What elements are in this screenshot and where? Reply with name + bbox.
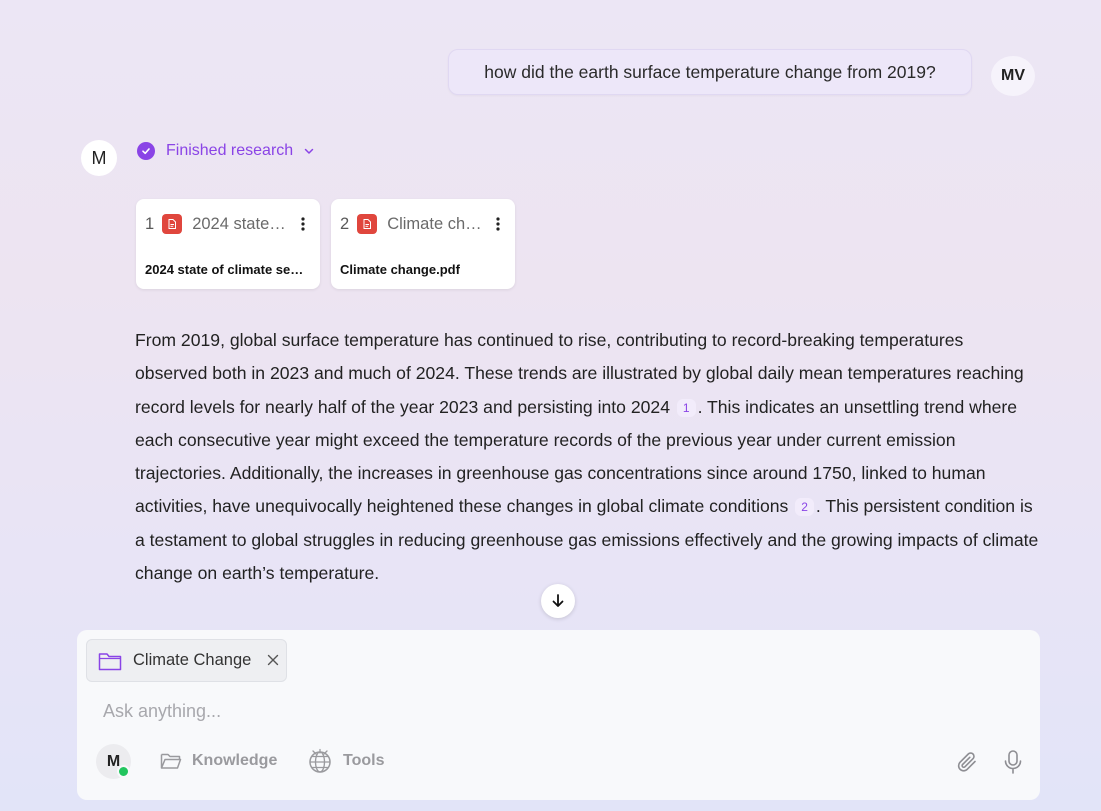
pdf-icon [162,214,183,234]
tools-button[interactable]: Tools [307,748,385,774]
user-message-bubble: how did the earth surface temperature ch… [448,49,972,95]
microphone-icon[interactable] [1001,749,1025,775]
scroll-to-bottom-button[interactable] [541,584,575,618]
folder-icon [98,651,122,671]
close-icon[interactable] [265,652,281,668]
attached-folder-label: Climate Change [133,651,252,669]
arrow-down-icon [550,593,566,609]
research-status-label: Finished research [166,142,294,159]
chevron-down-icon [303,145,315,157]
source-file-name: Climate change.pdf [340,262,460,277]
source-title: 2024 state of climate [192,214,290,233]
online-status-dot [117,765,130,778]
attached-folder-chip[interactable]: Climate Change [86,639,287,682]
source-card[interactable]: 2 Climate change Climate change.pdf [331,199,515,289]
source-index: 2 [340,214,350,233]
composer: Climate Change M Knowledge Tools [77,630,1040,800]
citation-badge[interactable]: 1 [676,398,696,417]
source-index: 1 [145,214,155,233]
knowledge-button[interactable]: Knowledge [160,749,277,773]
more-vertical-icon[interactable] [491,217,505,231]
paperclip-icon[interactable] [955,749,979,775]
globe-icon [307,748,333,774]
knowledge-label: Knowledge [192,752,278,769]
user-avatar[interactable]: MV [991,56,1035,96]
user-message-text: how did the earth surface temperature ch… [484,61,936,82]
model-selector[interactable]: M [96,744,131,779]
assistant-avatar: M [81,140,117,176]
assistant-answer: From 2019, global surface temperature ha… [135,324,1040,590]
source-title: Climate change [387,214,485,233]
pdf-icon [357,214,378,234]
source-card[interactable]: 1 2024 state of climate 2024 state of cl… [136,199,320,289]
check-circle-icon [137,142,155,160]
citation-badge[interactable]: 2 [795,498,814,517]
folder-icon [160,751,182,771]
message-input[interactable] [103,698,923,724]
research-status-toggle[interactable]: Finished research [137,140,315,162]
more-vertical-icon[interactable] [296,217,310,231]
source-file-name: 2024 state of climate services.pdf [145,262,305,277]
tools-label: Tools [343,752,385,769]
